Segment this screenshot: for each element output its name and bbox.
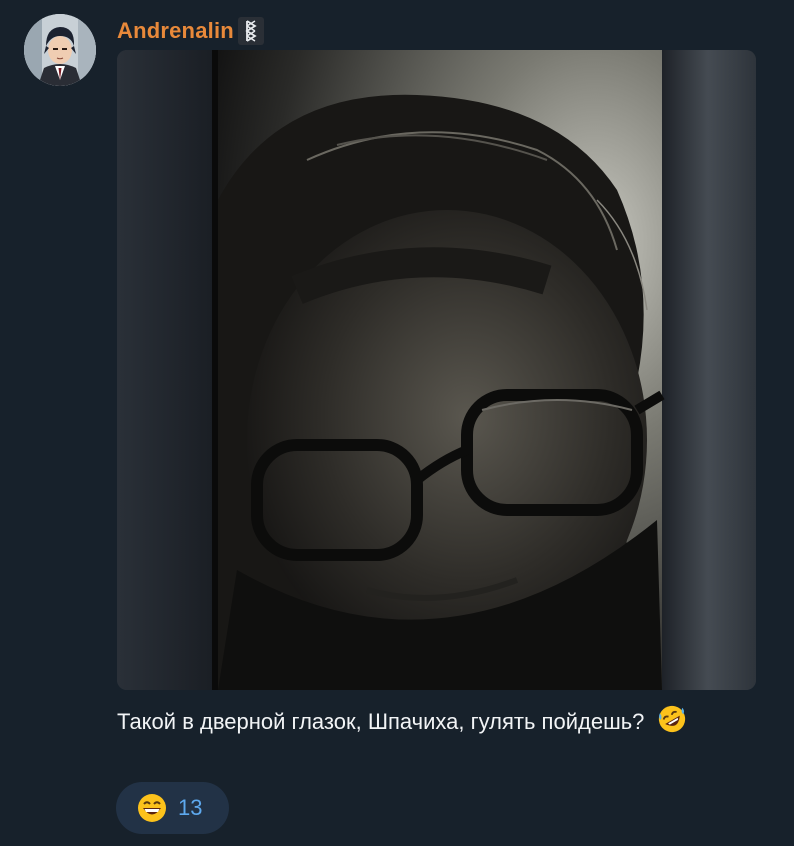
sender-avatar[interactable] <box>24 14 96 86</box>
bjarkan-rune-icon <box>237 17 264 45</box>
reaction-count: 13 <box>178 795 203 820</box>
grinning-face-emoji-icon <box>138 794 166 822</box>
message-caption: Такой в дверной глазок, Шпачиха, гулять … <box>117 704 717 738</box>
photo-image <box>117 50 756 690</box>
sender-name[interactable]: Andrenalin <box>117 18 234 44</box>
chat-message: Andrenalin Такой в дверной глазок, Шпачи… <box>0 0 794 846</box>
sender-header: Andrenalin <box>117 16 264 46</box>
caption-text: Такой в дверной глазок, Шпачиха, гулять … <box>117 709 645 734</box>
message-photo[interactable] <box>117 50 756 690</box>
reaction-grinning[interactable]: 13 <box>116 782 229 834</box>
rolling-on-floor-laughing-emoji-icon <box>658 705 685 733</box>
avatar-image <box>24 14 96 86</box>
